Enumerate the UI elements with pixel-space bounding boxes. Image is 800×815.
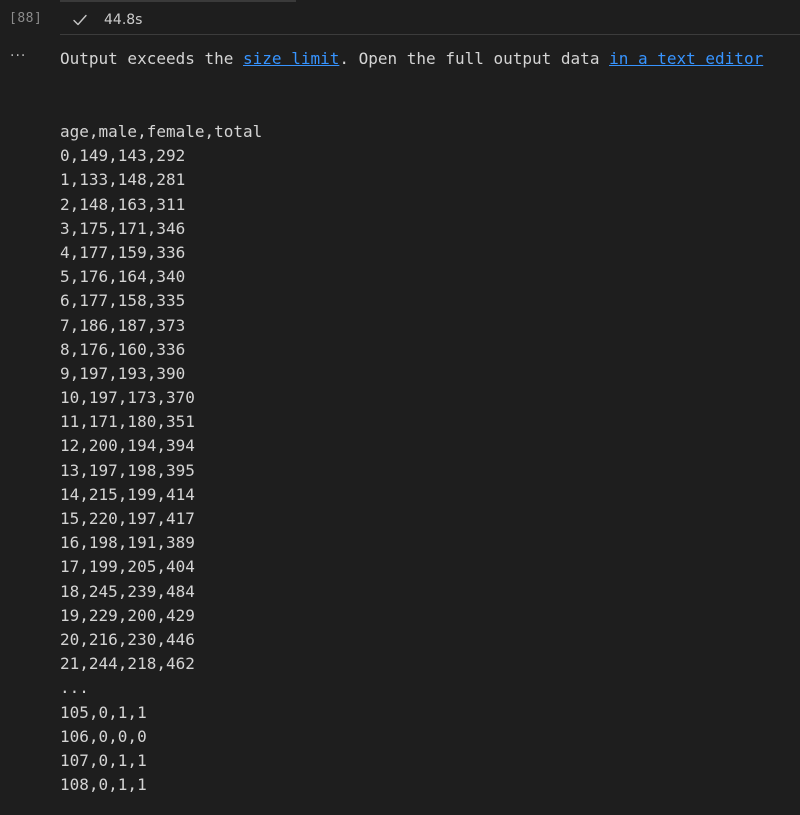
output-line: 6,177,158,335 xyxy=(60,291,186,311)
output-line: 106,0,0,0 xyxy=(60,726,147,746)
output-line: 108,0,1,1 xyxy=(60,775,147,795)
check-icon xyxy=(73,14,87,26)
output-line: 107,0,1,1 xyxy=(60,750,147,770)
output-line: 8,176,160,336 xyxy=(60,339,186,359)
output-line: 10,197,173,370 xyxy=(60,388,195,408)
output-line: 11,171,180,351 xyxy=(60,412,195,432)
output-line: 17,199,205,404 xyxy=(60,557,195,577)
output-line: 105,0,1,1 xyxy=(60,702,147,722)
execution-count: [88] xyxy=(9,11,43,26)
notice-middle: . Open the full output data xyxy=(339,49,610,68)
output-line: 7,186,187,373 xyxy=(60,315,186,335)
output-line: 5,176,164,340 xyxy=(60,267,186,287)
size-limit-link[interactable]: size limit xyxy=(243,49,339,68)
output-line: 9,197,193,390 xyxy=(60,363,186,383)
output-line: 18,245,239,484 xyxy=(60,581,195,601)
cell-status-bar: 44.8s xyxy=(60,6,800,35)
cell-output-text: age,male,female,total 0,149,143,292 1,133,… xyxy=(60,120,790,797)
output-line: 21,244,218,462 xyxy=(60,654,195,674)
open-in-text-editor-link[interactable]: in a text editor xyxy=(609,49,763,68)
execution-duration: 44.8s xyxy=(104,12,143,28)
output-line: 2,148,163,311 xyxy=(60,194,186,214)
output-line: 1,133,148,281 xyxy=(60,170,186,190)
csv-header-line: age,male,female,total xyxy=(60,122,263,141)
output-line: 13,197,198,395 xyxy=(60,460,195,480)
output-toolbar: ··· Output exceeds the size limit. Open … xyxy=(0,48,800,70)
output-line: 15,220,197,417 xyxy=(60,509,195,528)
truncation-notice: Output exceeds the size limit. Open the … xyxy=(60,48,763,70)
cell-header: [88] 44.8s xyxy=(0,0,800,38)
notice-prefix: Output exceeds the xyxy=(60,49,244,68)
output-line: 19,229,200,429 xyxy=(60,605,195,625)
ellipsis-icon[interactable]: ··· xyxy=(10,48,32,68)
output-line: 16,198,191,389 xyxy=(60,533,195,553)
output-line: 14,215,199,414 xyxy=(60,484,195,504)
output-line: 3,175,171,346 xyxy=(60,218,186,238)
output-line: 4,177,159,336 xyxy=(60,242,186,262)
output-line: ... xyxy=(60,678,89,698)
output-line: 20,216,230,446 xyxy=(60,629,195,649)
output-line: 12,200,194,394 xyxy=(60,436,195,456)
output-line: 0,149,143,292 xyxy=(60,146,186,166)
